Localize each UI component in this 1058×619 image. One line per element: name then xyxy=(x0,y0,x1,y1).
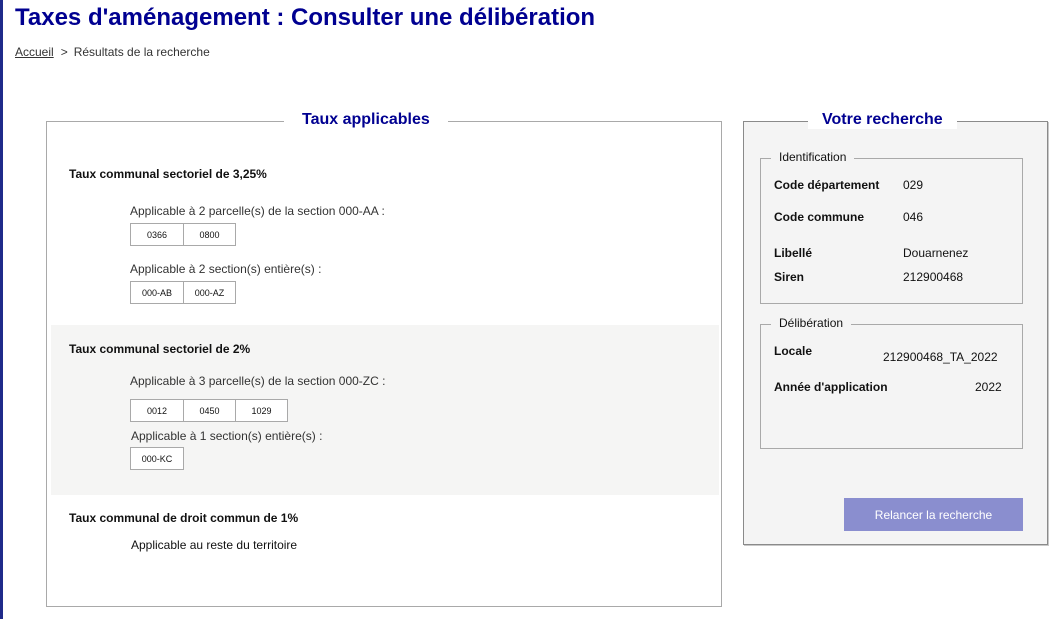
code-departement-label: Code département xyxy=(774,178,880,192)
parcel-chip: 0800 xyxy=(183,223,236,246)
code-commune-value: 046 xyxy=(903,210,924,224)
rate-section-3: Taux communal de droit commun de 1% Appl… xyxy=(51,495,719,595)
parcel-chip: 0012 xyxy=(130,399,184,422)
relancer-recherche-button[interactable]: Relancer la recherche xyxy=(844,498,1023,531)
section-chip: 000-AB xyxy=(130,281,184,304)
parcel-chip: 1029 xyxy=(235,399,288,422)
parcel-chip: 0450 xyxy=(183,399,236,422)
breadcrumb: Accueil > Résultats de la recherche xyxy=(15,45,210,59)
libelle-label: Libellé xyxy=(774,246,813,260)
parcels-text: Applicable à 2 parcelle(s) de la section… xyxy=(130,204,385,218)
annee-application-label: Année d'application xyxy=(774,380,888,394)
search-panel-title: Votre recherche xyxy=(808,111,957,129)
votre-recherche-panel: Votre recherche Identification Code dépa… xyxy=(743,111,1048,545)
section-list: 000-AB 000-AZ xyxy=(130,281,236,304)
parcel-list: 0012 0450 1029 xyxy=(130,399,288,422)
section-list: 000-KC xyxy=(130,447,184,470)
left-edge-bar xyxy=(0,0,3,619)
rate-title: Taux communal sectoriel de 3,25% xyxy=(69,167,267,181)
rate-section-2: Taux communal sectoriel de 2% Applicable… xyxy=(51,325,719,495)
parcel-list: 0366 0800 xyxy=(130,223,236,246)
page-title: Taxes d'aménagement : Consulter une déli… xyxy=(15,4,596,31)
deliberation-legend: Délibération xyxy=(771,316,852,330)
siren-value: 212900468 xyxy=(903,270,964,284)
annee-application-value: 2022 xyxy=(975,380,1002,394)
rate-title: Taux communal de droit commun de 1% xyxy=(69,511,299,525)
sections-text: Applicable à 1 section(s) entière(s) : xyxy=(131,429,323,443)
locale-value: 212900468_TA_2022 xyxy=(883,350,998,364)
breadcrumb-home-link[interactable]: Accueil xyxy=(15,45,54,59)
breadcrumb-current: Résultats de la recherche xyxy=(73,45,210,59)
section-chip: 000-AZ xyxy=(183,281,236,304)
sections-text: Applicable à 2 section(s) entière(s) : xyxy=(130,262,322,276)
taux-panel-title: Taux applicables xyxy=(284,111,448,129)
siren-label: Siren xyxy=(774,270,805,284)
taux-applicables-panel: Taux applicables Taux communal sectoriel… xyxy=(46,111,722,607)
breadcrumb-separator: > xyxy=(60,45,68,59)
code-departement-value: 029 xyxy=(903,178,924,192)
parcel-chip: 0366 xyxy=(130,223,184,246)
rest-of-territory-text: Applicable au reste du territoire xyxy=(131,538,298,552)
deliberation-fieldset: Délibération Locale 212900468_TA_2022 An… xyxy=(760,316,1023,449)
locale-label: Locale xyxy=(774,344,813,358)
libelle-value: Douarnenez xyxy=(903,246,969,260)
rate-section-1: Taux communal sectoriel de 3,25% Applica… xyxy=(51,152,719,322)
rate-title: Taux communal sectoriel de 2% xyxy=(69,342,251,356)
parcels-text: Applicable à 3 parcelle(s) de la section… xyxy=(130,374,386,388)
section-chip: 000-KC xyxy=(130,447,184,470)
identification-legend: Identification xyxy=(771,150,855,164)
code-commune-label: Code commune xyxy=(774,210,865,224)
identification-fieldset: Identification Code département 029 Code… xyxy=(760,150,1023,304)
